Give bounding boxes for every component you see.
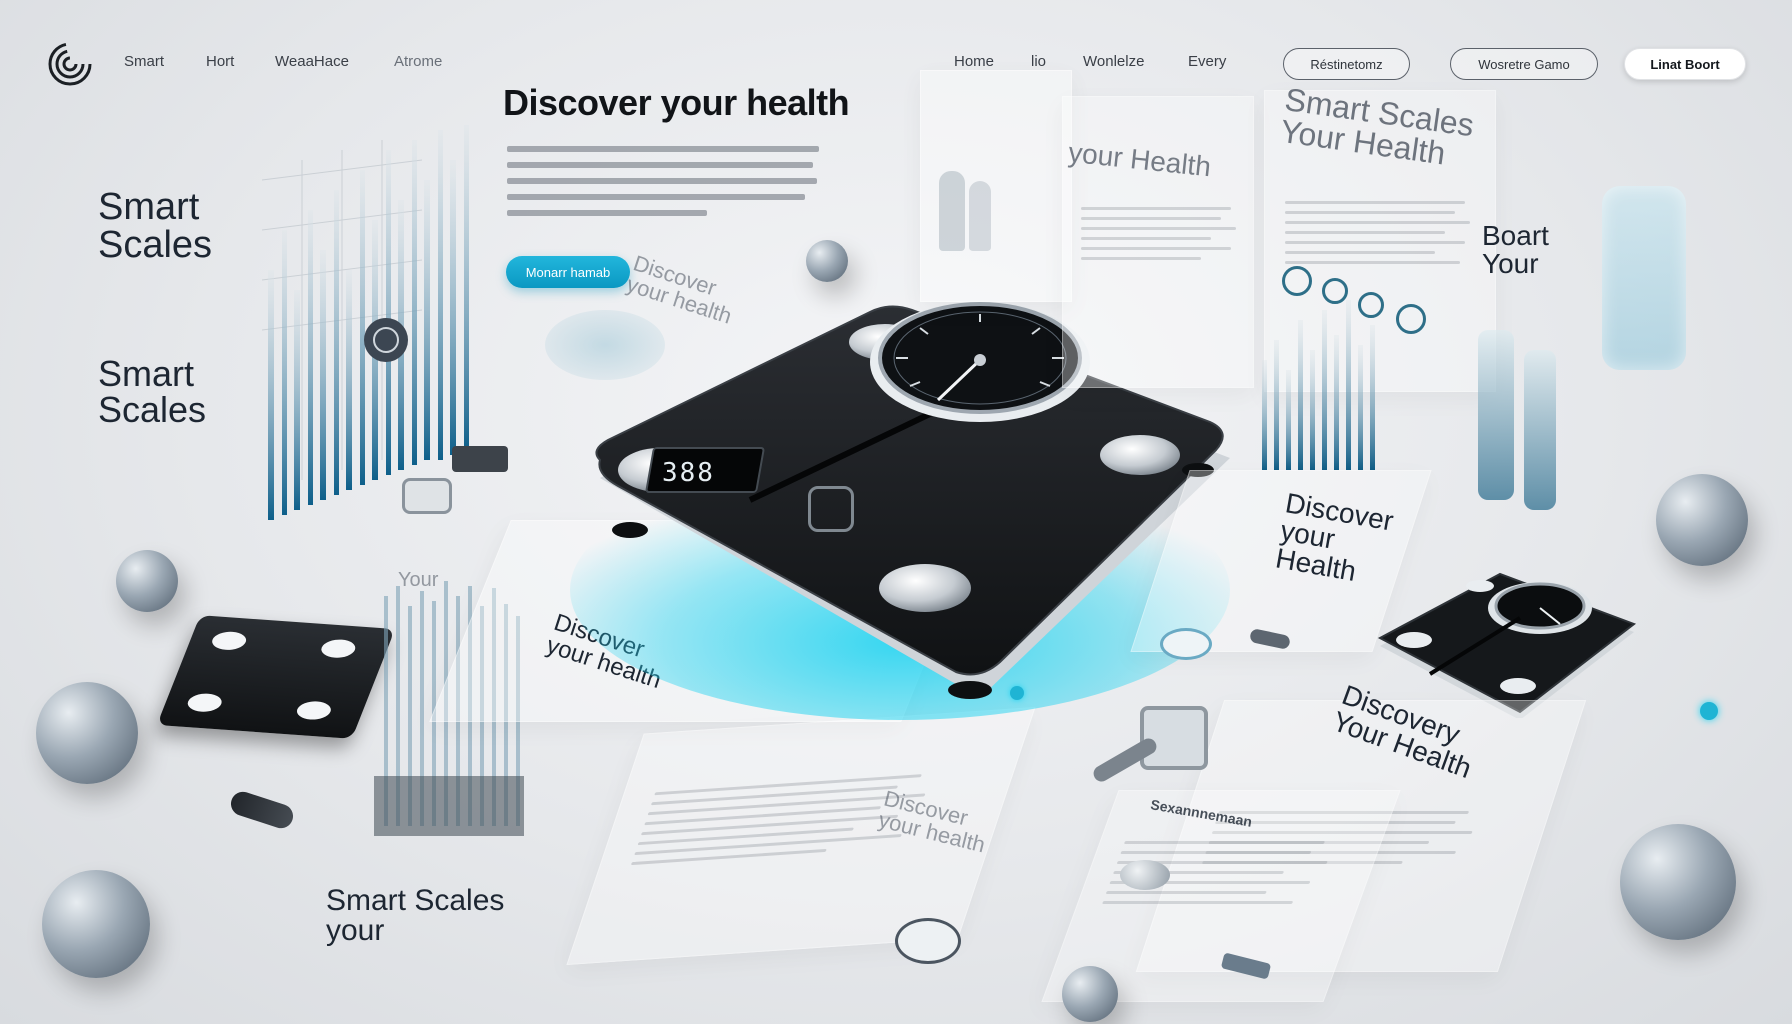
glow-dot-icon — [1010, 686, 1024, 700]
hero-cta-button[interactable]: Monarr hamab — [506, 256, 630, 288]
device-icon — [808, 486, 854, 532]
top-nav: Smart Hort WeaaHace Atrome Home lio Wonl… — [0, 0, 1792, 124]
nav-link-atrome[interactable]: Atrome — [394, 53, 442, 70]
person-silhouette-icon — [939, 171, 965, 251]
sphere-decor — [116, 550, 178, 612]
small-scale-image — [156, 615, 396, 739]
nav-button-restinetomz[interactable]: Réstinetomz — [1283, 48, 1410, 80]
cylinder-icon — [227, 788, 297, 832]
nav-link-lio[interactable]: lio — [1031, 53, 1046, 70]
nav-link-weaahace[interactable]: WeaaHace — [275, 53, 349, 70]
dial-gauge-icon — [870, 302, 1090, 422]
target-icon — [1396, 304, 1426, 334]
panel-silhouettes — [920, 70, 1072, 302]
ring-icon — [1160, 628, 1212, 660]
nav-link-smart[interactable]: Smart — [124, 53, 164, 70]
nav-link-home[interactable]: Home — [954, 53, 994, 70]
stone-icon — [1120, 860, 1170, 890]
watch-icon — [402, 478, 452, 514]
small-device-icon — [452, 446, 508, 472]
sphere-decor — [36, 682, 138, 784]
sphere-decor — [1620, 824, 1736, 940]
nav-link-hort[interactable]: Hort — [206, 53, 234, 70]
nav-link-wonlelze[interactable]: Wonlelze — [1083, 53, 1144, 70]
sphere-decor — [42, 870, 150, 978]
hero-title: Discover your health — [503, 82, 850, 123]
glass-cylinder — [1478, 330, 1514, 500]
heading-smart-scales-2: Smart Scales — [98, 353, 207, 430]
floating-your: Your — [398, 569, 439, 591]
heading-smart-scales-1: Smart Scales — [98, 186, 213, 266]
sphere-decor — [1062, 966, 1118, 1022]
target-icon — [1282, 266, 1312, 296]
floating-boart-your: Boart Your — [1482, 220, 1549, 279]
hero-description — [507, 146, 819, 226]
person-silhouette-icon — [969, 181, 991, 251]
small-scale-right-image — [1370, 568, 1640, 720]
brand-logo-icon[interactable] — [46, 38, 98, 90]
sphere-decor — [1656, 474, 1748, 566]
glass-cylinder — [1524, 350, 1556, 510]
scale-digital-readout: 388 — [662, 458, 715, 488]
nav-button-wosretre-gamo[interactable]: Wosretre Gamo — [1450, 48, 1598, 80]
nav-link-every[interactable]: Every — [1188, 53, 1226, 70]
nav-button-linat-boort[interactable]: Linat Boort — [1624, 48, 1746, 80]
glass-cube — [1602, 186, 1686, 370]
fingerprint-icon — [895, 918, 961, 964]
glow-dot-icon — [1700, 702, 1718, 720]
heading-smart-scales-your: Smart Scales your — [326, 884, 505, 947]
sphere-decor — [806, 240, 848, 282]
right-bar-visual — [1258, 300, 1388, 480]
